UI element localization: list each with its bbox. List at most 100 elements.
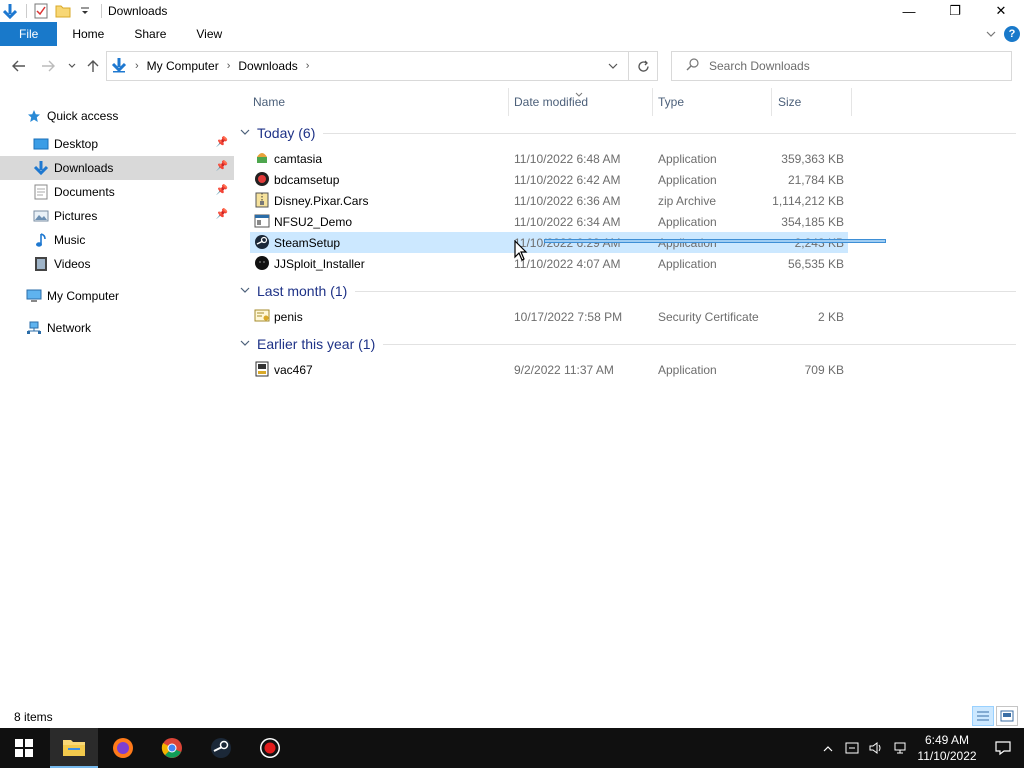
network-tray-icon[interactable]	[888, 728, 912, 768]
file-row[interactable]: NFSU2_Demo 11/10/2022 6:34 AM Applicatio…	[250, 211, 848, 232]
start-button[interactable]	[0, 728, 48, 768]
column-divider[interactable]	[851, 88, 852, 116]
help-icon[interactable]: ?	[1004, 26, 1020, 42]
large-icons-view-button[interactable]	[996, 706, 1018, 726]
collapse-chevron-icon[interactable]	[240, 128, 254, 139]
group-divider	[323, 132, 1016, 134]
collapse-chevron-icon[interactable]	[240, 286, 254, 297]
close-button[interactable]: ✕	[978, 0, 1024, 22]
group-divider	[383, 343, 1016, 345]
certificate-icon	[254, 308, 270, 324]
breadcrumb-my-computer[interactable]: My Computer	[147, 59, 219, 73]
column-header-type[interactable]: Type	[658, 88, 684, 116]
file-date: 11/10/2022 4:07 AM	[514, 257, 621, 271]
show-hidden-icons-icon[interactable]	[816, 728, 840, 768]
forward-button[interactable]	[37, 55, 59, 77]
column-divider[interactable]	[508, 88, 509, 116]
taskbar-chrome[interactable]	[148, 728, 196, 768]
tab-share[interactable]: Share	[119, 22, 181, 46]
file-type: Application	[658, 152, 717, 166]
file-name: penis	[274, 310, 303, 324]
breadcrumb-downloads[interactable]: Downloads	[238, 59, 297, 73]
sidebar-item-downloads[interactable]: Downloads 📌	[0, 156, 234, 180]
taskbar: 6:49 AM 11/10/2022	[0, 728, 1024, 768]
sidebar-item-label: Pictures	[54, 209, 98, 223]
customize-toolbar-icon[interactable]	[77, 3, 93, 19]
chrome-icon	[161, 738, 182, 758]
steam-icon	[254, 234, 270, 250]
collapse-chevron-icon[interactable]	[240, 339, 254, 350]
up-button[interactable]	[82, 55, 104, 77]
sidebar-item-videos[interactable]: Videos	[0, 252, 234, 276]
file-type: Application	[658, 363, 717, 377]
tab-view[interactable]: View	[181, 22, 237, 46]
address-bar[interactable]: › My Computer › Downloads ›	[106, 51, 658, 81]
file-size: 359,363 KB	[781, 152, 844, 166]
column-header-name[interactable]: Name	[253, 88, 285, 116]
pin-icon[interactable]: 📌	[216, 209, 228, 220]
breadcrumb-chevron-icon[interactable]: ›	[306, 60, 310, 72]
column-divider[interactable]	[652, 88, 653, 116]
computer-icon	[26, 288, 42, 304]
shield-tray-icon[interactable]	[840, 728, 864, 768]
refresh-button[interactable]	[628, 51, 658, 81]
ribbon-tabs: File Home Share View ?	[0, 22, 1024, 46]
column-divider[interactable]	[771, 88, 772, 116]
pin-icon[interactable]: 📌	[216, 161, 228, 172]
tab-file[interactable]: File	[0, 22, 58, 46]
search-placeholder: Search Downloads	[709, 59, 810, 73]
file-size: 709 KB	[804, 363, 844, 377]
volume-icon[interactable]	[864, 728, 888, 768]
taskbar-recorder[interactable]	[246, 728, 294, 768]
search-input[interactable]: Search Downloads	[671, 51, 1012, 81]
breadcrumb-chevron-icon[interactable]: ›	[227, 60, 231, 72]
sidebar-item-network[interactable]: Network	[0, 316, 234, 340]
zip-archive-icon	[254, 192, 270, 208]
sidebar-item-pictures[interactable]: Pictures 📌	[0, 204, 234, 228]
file-row[interactable]: bdcamsetup 11/10/2022 6:42 AM Applicatio…	[250, 169, 848, 190]
back-button[interactable]	[8, 55, 30, 77]
address-dropdown-icon[interactable]	[600, 51, 626, 81]
breadcrumb-chevron-icon[interactable]: ›	[135, 60, 139, 72]
properties-icon[interactable]	[33, 3, 49, 19]
sidebar-item-label: Videos	[54, 257, 91, 271]
pin-icon[interactable]: 📌	[216, 185, 228, 196]
notification-icon	[995, 741, 1011, 756]
taskbar-firefox[interactable]	[99, 728, 147, 768]
file-size: 21,784 KB	[787, 173, 844, 187]
file-row[interactable]: vac467 9/2/2022 11:37 AM Application 709…	[250, 359, 848, 380]
column-header-size[interactable]: Size	[778, 88, 801, 116]
file-type: Application	[658, 215, 717, 229]
downloads-folder-icon	[33, 160, 49, 176]
taskbar-steam[interactable]	[197, 728, 245, 768]
sidebar-item-my-computer[interactable]: My Computer	[0, 276, 234, 316]
file-row[interactable]: camtasia 11/10/2022 6:48 AM Application …	[250, 148, 848, 169]
group-header-last-month[interactable]: Last month (1)	[240, 280, 1016, 302]
file-row[interactable]: penis 10/17/2022 7:58 PM Security Certif…	[250, 306, 848, 327]
notifications-button[interactable]	[982, 728, 1024, 768]
sidebar-item-label: Desktop	[54, 137, 99, 151]
restore-button[interactable]: ❐	[932, 0, 978, 22]
taskbar-file-explorer[interactable]	[50, 728, 98, 768]
download-arrow-icon[interactable]	[2, 3, 18, 19]
sidebar-item-documents[interactable]: Documents 📌	[0, 180, 234, 204]
network-icon	[26, 320, 42, 336]
details-view-button[interactable]	[972, 706, 994, 726]
file-row[interactable]: Disney.Pixar.Cars 11/10/2022 6:36 AM zip…	[250, 190, 848, 211]
toolbar-divider	[101, 4, 102, 18]
clock[interactable]: 6:49 AM 11/10/2022	[912, 732, 982, 764]
recent-locations-button[interactable]	[61, 55, 83, 77]
group-header-earlier-this-year[interactable]: Earlier this year (1)	[240, 333, 1016, 355]
pin-icon[interactable]: 📌	[216, 137, 228, 148]
sidebar-item-music[interactable]: Music	[0, 228, 234, 252]
file-row[interactable]: JJSploit_Installer 11/10/2022 4:07 AM Ap…	[250, 253, 848, 274]
file-type: Application	[658, 257, 717, 271]
tab-home[interactable]: Home	[57, 22, 119, 46]
sidebar-item-quick-access[interactable]: Quick access	[0, 100, 234, 132]
minimize-button[interactable]: —	[886, 0, 932, 22]
title-bar: Downloads — ❐ ✕	[0, 0, 1024, 22]
expand-ribbon-icon[interactable]	[986, 27, 996, 41]
sidebar-item-desktop[interactable]: Desktop 📌	[0, 132, 234, 156]
new-folder-icon[interactable]	[55, 3, 71, 19]
group-header-today[interactable]: Today (6)	[240, 122, 1016, 144]
